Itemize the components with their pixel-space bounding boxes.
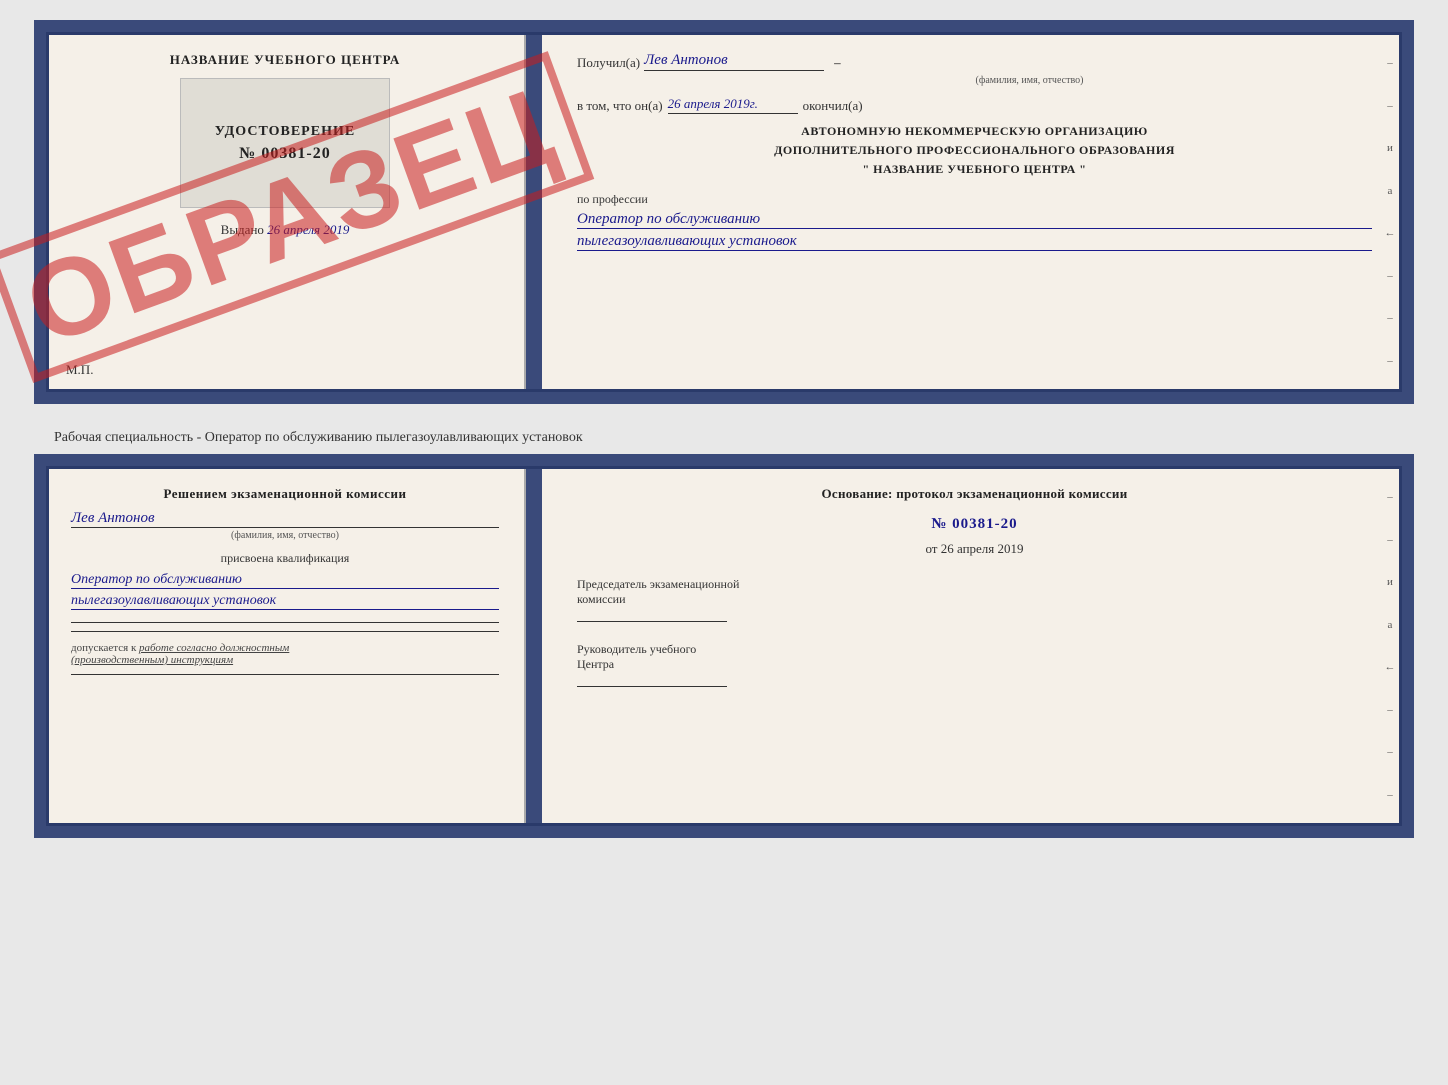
side-dash-b6: –	[1387, 704, 1393, 716]
middle-label-text: Рабочая специальность - Оператор по обсл…	[54, 430, 583, 445]
vtom-date: 26 апреля 2019г.	[668, 96, 798, 114]
profession-line2: пылегазоулавливающих установок	[577, 233, 1372, 251]
center-spine	[526, 32, 542, 392]
vydano-label: Выдано	[221, 222, 264, 237]
certificate-bottom: Решением экзаменационной комиссии Лев Ан…	[34, 454, 1414, 838]
mp-line: М.П.	[66, 362, 93, 378]
dopuskaetsya-prefix: допускается к	[71, 642, 136, 654]
side-dash-8: –	[1387, 355, 1393, 367]
side-dash-5: ←	[1385, 227, 1396, 239]
predsedatel-label2: комиссии	[577, 592, 1372, 607]
bl-fio-hint: (фамилия, имя, отчество)	[71, 530, 499, 541]
side-dash-b4: а	[1388, 619, 1393, 631]
org-line1: АВТОНОМНУЮ НЕКОММЕРЧЕСКУЮ ОРГАНИЗАЦИЮ	[577, 122, 1372, 141]
side-dash-4: а	[1388, 185, 1393, 197]
prot-date: от 26 апреля 2019	[577, 541, 1372, 557]
dopuskaetsya-link2: (производственным) инструкциям	[71, 654, 233, 666]
cert-bottom-right: Основание: протокол экзаменационной коми…	[542, 466, 1402, 826]
side-dash-b5: ←	[1385, 661, 1396, 673]
poluchil-fio-hint: (фамилия, имя, отчество)	[687, 75, 1372, 86]
side-dash-7: –	[1387, 312, 1393, 324]
dopuskaetsya-text: допускается к работе согласно должностны…	[71, 642, 499, 666]
predsedatel-label: Председатель экзаменационной	[577, 577, 1372, 592]
cert-bottom-left: Решением экзаменационной комиссии Лев Ан…	[46, 466, 526, 826]
profession-line1: Оператор по обслуживанию	[577, 211, 1372, 229]
vydano-line: Выдано 26 апреля 2019	[71, 222, 499, 238]
side-dash-b8: –	[1387, 789, 1393, 801]
prot-number: № 00381-20	[577, 516, 1372, 533]
blank-line-2	[71, 631, 499, 632]
dash-right: –	[834, 55, 841, 71]
side-dash-2: –	[1387, 100, 1393, 112]
center-spine-bottom	[526, 466, 542, 826]
rukovoditel-label: Руководитель учебного	[577, 642, 1372, 657]
po-professii-label: по профессии	[577, 192, 1372, 207]
side-dash-6: –	[1387, 270, 1393, 282]
prisvoena-label: присвоена квалификация	[71, 551, 499, 566]
blank-line-1	[71, 622, 499, 623]
poluchil-line: Получил(а) Лев Антонов –	[577, 52, 1372, 71]
side-dash-b3: и	[1387, 576, 1393, 588]
dopuskaetsya-link: работе согласно должностным	[139, 642, 289, 654]
side-dashes-bottom: – – и а ← – – –	[1378, 466, 1402, 826]
udost-number: № 00381-20	[239, 145, 330, 163]
side-dashes: – – и а ← – – –	[1378, 32, 1402, 392]
bl-name: Лев Антонов	[71, 510, 499, 528]
predsedatel-sign-line	[577, 621, 727, 622]
side-dash-3: и	[1387, 142, 1393, 154]
side-dash-b7: –	[1387, 746, 1393, 758]
qual-line1: Оператор по обслуживанию	[71, 572, 499, 589]
side-dash-b1: –	[1387, 491, 1393, 503]
udost-label: УДОСТОВЕРЕНИЕ	[215, 124, 355, 140]
cert-top-right: Получил(а) Лев Антонов – (фамилия, имя, …	[542, 32, 1402, 392]
rukovoditel-sign-line	[577, 686, 727, 687]
udostoverenie-box: УДОСТОВЕРЕНИЕ № 00381-20	[180, 78, 390, 208]
poluchil-name: Лев Антонов	[644, 52, 824, 71]
poluchil-label: Получил(а)	[577, 55, 640, 71]
org-line2: ДОПОЛНИТЕЛЬНОГО ПРОФЕССИОНАЛЬНОГО ОБРАЗО…	[577, 141, 1372, 160]
side-dash-b2: –	[1387, 534, 1393, 546]
top-left-title: НАЗВАНИЕ УЧЕБНОГО ЦЕНТРА	[71, 52, 499, 68]
vtom-label: в том, что он(а)	[577, 98, 663, 114]
blank-line-3	[71, 674, 499, 675]
prot-date-value: 26 апреля 2019	[941, 541, 1024, 556]
org-block: АВТОНОМНУЮ НЕКОММЕРЧЕСКУЮ ОРГАНИЗАЦИЮ ДО…	[577, 122, 1372, 180]
vtom-okonchil: окончил(а)	[803, 98, 863, 114]
predsedatel-block: Председатель экзаменационной комиссии	[577, 577, 1372, 622]
certificate-top: НАЗВАНИЕ УЧЕБНОГО ЦЕНТРА УДОСТОВЕРЕНИЕ №…	[34, 20, 1414, 404]
side-dash-1: –	[1387, 57, 1393, 69]
middle-label: Рабочая специальность - Оператор по обсл…	[34, 422, 1414, 454]
osnovanie-label: Основание: протокол экзаменационной коми…	[577, 486, 1372, 502]
qual-line2: пылегазоулавливающих установок	[71, 593, 499, 610]
cert-top-left: НАЗВАНИЕ УЧЕБНОГО ЦЕНТРА УДОСТОВЕРЕНИЕ №…	[46, 32, 526, 392]
rukovoditel-label2: Центра	[577, 657, 1372, 672]
rukovoditel-block: Руководитель учебного Центра	[577, 642, 1372, 687]
vydano-date: 26 апреля 2019	[267, 222, 349, 237]
vtom-line: в том, что он(а) 26 апреля 2019г. окончи…	[577, 96, 1372, 114]
org-line3: " НАЗВАНИЕ УЧЕБНОГО ЦЕНТРА "	[577, 160, 1372, 179]
prot-date-prefix: от	[925, 541, 937, 556]
resheniem-title: Решением экзаменационной комиссии	[71, 486, 499, 502]
